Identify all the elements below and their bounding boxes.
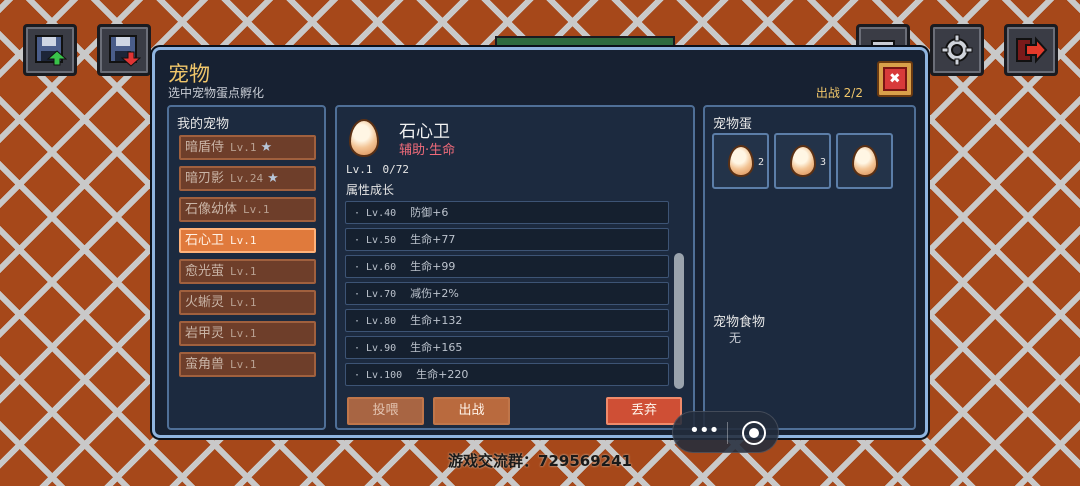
pet-list-item[interactable]: 岩甲灵 Lv.1: [179, 321, 316, 346]
growth-bonus: 生命+220: [416, 368, 469, 381]
star-icon: ★: [267, 171, 279, 186]
growth-bonus: 生命+99: [410, 260, 456, 273]
egg-icon: [789, 145, 816, 177]
save-download-icon: [109, 35, 141, 67]
pet-name: 愈光萤: [185, 264, 225, 279]
deploy-count: 出战 2/2: [815, 86, 863, 100]
capsule-divider: [727, 422, 728, 444]
growth-row: · Lv.80 生命+132: [345, 309, 669, 332]
discard-button[interactable]: 丢弃: [606, 397, 682, 425]
close-icon: ✖: [883, 67, 907, 91]
growth-scrollbar[interactable]: [674, 253, 684, 389]
growth-bonus: 生命+132: [410, 314, 463, 327]
egg-slot[interactable]: [836, 133, 893, 189]
exit-button[interactable]: [1004, 24, 1058, 76]
growth-level: · Lv.50: [354, 235, 397, 246]
pet-name: 暗盾侍: [185, 140, 225, 155]
egg-icon: [727, 145, 754, 177]
growth-bonus: 生命+77: [410, 233, 456, 246]
pet-list-item[interactable]: 蛮角兽 Lv.1: [179, 352, 316, 377]
pet-name: 石像幼体: [185, 202, 238, 217]
more-options-icon[interactable]: •••: [689, 422, 719, 440]
modal-subtitle: 选中宠物蛋点孵化: [168, 86, 265, 100]
pet-list-item[interactable]: 火蜥灵 Lv.1: [179, 290, 316, 315]
pet-list-item[interactable]: 愈光萤 Lv.1: [179, 259, 316, 284]
pet-detail-panel: 石心卫 辅助·生命 Lv.1 0/72 属性成长 · Lv.40 防御+6 · Lv…: [335, 105, 695, 430]
pet-list-item-selected[interactable]: 石心卫 Lv.1: [179, 228, 316, 253]
egg-count: 2: [757, 157, 764, 168]
pet-food-value: 无: [729, 331, 742, 345]
pet-level: Lv.1: [230, 234, 257, 247]
growth-level: · Lv.80: [354, 316, 397, 327]
deploy-button[interactable]: 出战: [433, 397, 510, 425]
egg-count: 3: [819, 157, 826, 168]
growth-row: · Lv.70 减伤+2%: [345, 282, 669, 305]
growth-row: · Lv.50 生命+77: [345, 228, 669, 251]
growth-bonus: 减伤+2%: [410, 287, 459, 300]
growth-level: · Lv.90: [354, 343, 397, 354]
pet-name: 石心卫: [185, 233, 225, 248]
growth-row: · Lv.100 生命+220: [345, 363, 669, 386]
feed-button[interactable]: 投喂: [347, 397, 424, 425]
exit-arrow-icon: [1016, 36, 1048, 64]
growth-bonus: 生命+165: [410, 341, 463, 354]
pet-name: 蛮角兽: [185, 357, 225, 372]
egg-icon: [851, 145, 878, 177]
egg-slots: 2 3: [712, 133, 893, 189]
close-target-icon[interactable]: [742, 421, 766, 445]
pet-level-value: Lv.1: [346, 163, 373, 176]
capsule-menu: •••: [672, 411, 779, 453]
my-pets-panel: 我的宠物 暗盾侍 Lv.1 ★ 暗刃影 Lv.24 ★ 石像幼体 Lv.1 石心卫 Lv.1…: [167, 105, 326, 430]
footer-group-info: 游戏交流群：729569241: [448, 452, 632, 470]
pet-list-item[interactable]: 暗刃影 Lv.24 ★: [179, 166, 316, 191]
growth-level: · Lv.100: [354, 370, 403, 381]
growth-level: · Lv.70: [354, 289, 397, 300]
pet-level: Lv.1: [230, 327, 257, 340]
pet-list-item[interactable]: 石像幼体 Lv.1: [179, 197, 316, 222]
pet-egg-icon: [349, 119, 379, 157]
growth-row: · Lv.40 防御+6: [345, 201, 669, 224]
my-pets-label: 我的宠物: [177, 117, 230, 132]
star-icon: ★: [260, 140, 273, 155]
save-upload-icon: [35, 35, 67, 66]
save-upload-button[interactable]: [23, 24, 77, 76]
growth-level: · Lv.40: [354, 208, 397, 219]
gear-icon: [941, 34, 973, 66]
pet-level: Lv.1: [230, 296, 257, 309]
pet-exp-value: 0/72: [382, 163, 410, 176]
save-download-button[interactable]: [97, 24, 151, 76]
pet-detail-level: Lv.1 0/72: [346, 163, 409, 176]
growth-row: · Lv.90 生命+165: [345, 336, 669, 359]
pet-name: 岩甲灵: [185, 326, 225, 341]
inventory-panel: 宠物蛋 2 3 宠物食物 无: [703, 105, 916, 430]
growth-level: · Lv.60: [354, 262, 397, 273]
growth-bonus: 防御+6: [410, 206, 449, 219]
growth-label: 属性成长: [346, 183, 395, 197]
pet-level: Lv.1: [230, 265, 257, 278]
close-button[interactable]: ✖: [877, 61, 913, 97]
pet-modal: 宠物 选中宠物蛋点孵化 出战 2/2 ✖ 我的宠物 暗盾侍 Lv.1 ★ 暗刃影 Lv…: [152, 47, 928, 438]
pet-level: Lv.1: [243, 203, 270, 216]
pet-name: 火蜥灵: [185, 295, 225, 310]
pet-name: 暗刃影: [185, 171, 225, 186]
pet-level: Lv.1: [230, 358, 257, 371]
egg-slot[interactable]: 3: [774, 133, 831, 189]
pet-level: Lv.1: [230, 141, 257, 154]
pet-food-label: 宠物食物: [713, 315, 766, 330]
pet-list: 暗盾侍 Lv.1 ★ 暗刃影 Lv.24 ★ 石像幼体 Lv.1 石心卫 Lv.1 愈光萤 L…: [179, 135, 316, 383]
pet-detail-tags: 辅助·生命: [399, 143, 456, 158]
growth-row: · Lv.60 生命+99: [345, 255, 669, 278]
settings-button[interactable]: [930, 24, 984, 76]
growth-list[interactable]: · Lv.40 防御+6 · Lv.50 生命+77 · Lv.60 生命+99 · …: [345, 201, 669, 390]
pet-list-item[interactable]: 暗盾侍 Lv.1 ★: [179, 135, 316, 160]
egg-slot[interactable]: 2: [712, 133, 769, 189]
pet-level: Lv.24: [230, 172, 264, 185]
pet-eggs-label: 宠物蛋: [713, 117, 753, 132]
